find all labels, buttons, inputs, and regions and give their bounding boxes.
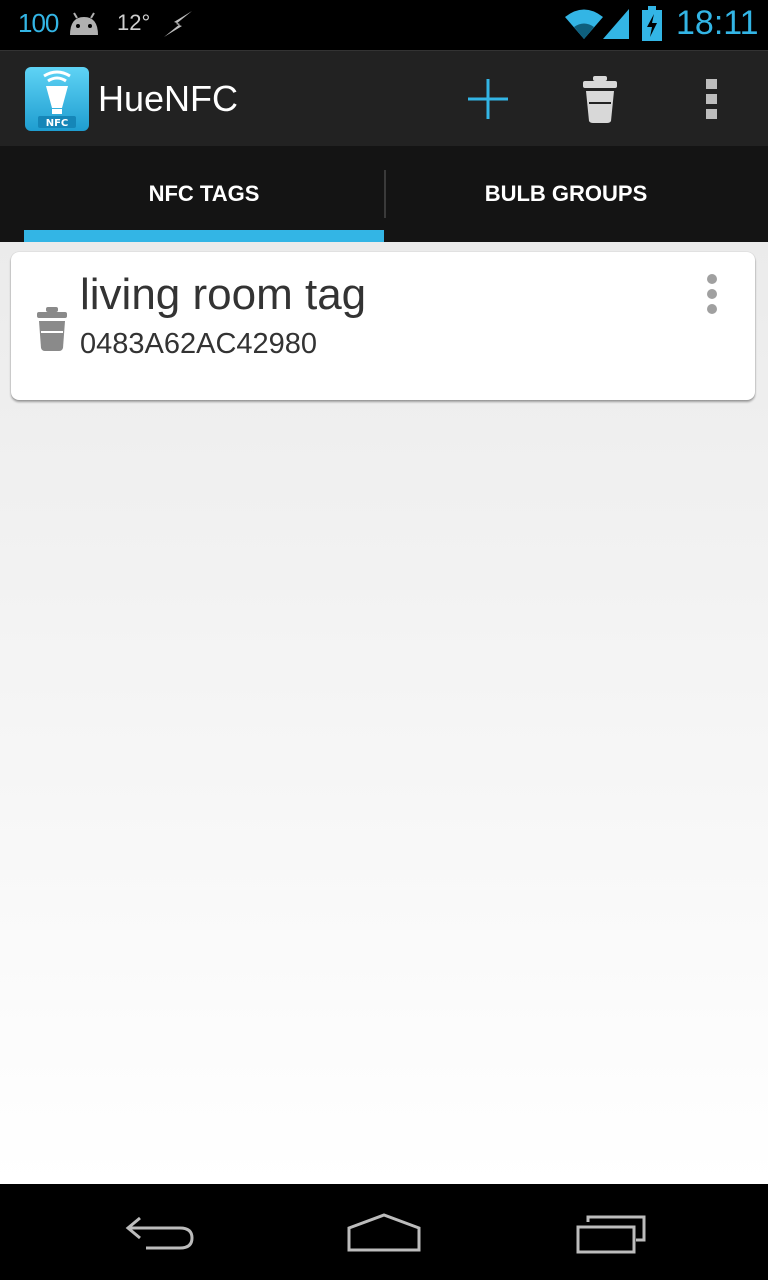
trash-icon[interactable] bbox=[580, 73, 620, 125]
svg-text:NFC: NFC bbox=[46, 118, 69, 129]
temperature-text: 12° bbox=[117, 10, 151, 35]
tab-label: BULB GROUPS bbox=[484, 181, 648, 206]
screen: 100 12° 18:11 NFC HueNFC NFC TAGS BULB G… bbox=[0, 0, 768, 1280]
home-icon[interactable] bbox=[346, 1212, 422, 1261]
tab-bulb-groups[interactable]: BULB GROUPS bbox=[386, 146, 746, 242]
tag-name: living room tag bbox=[80, 270, 367, 319]
status-bar: 100 12° 18:11 bbox=[0, 0, 768, 50]
clock-text: 18:11 bbox=[676, 4, 759, 42]
app-title: HueNFC bbox=[98, 78, 239, 119]
tag-list: living room tag 0483A62AC42980 bbox=[0, 242, 768, 1184]
tab-label: NFC TAGS bbox=[148, 181, 260, 206]
lightning-icon bbox=[162, 10, 194, 43]
item-overflow-menu-icon[interactable] bbox=[701, 274, 723, 314]
wifi-icon bbox=[564, 8, 604, 45]
overflow-menu-icon[interactable] bbox=[692, 75, 732, 123]
list-item[interactable]: living room tag 0483A62AC42980 bbox=[11, 252, 755, 400]
app-logo-icon[interactable]: NFC bbox=[24, 66, 90, 132]
android-icon bbox=[66, 11, 102, 42]
battery-charging-icon bbox=[641, 6, 663, 47]
selected-tab-indicator bbox=[24, 230, 384, 242]
back-icon[interactable] bbox=[124, 1212, 196, 1261]
tab-bar: NFC TAGS BULB GROUPS bbox=[0, 146, 768, 242]
recents-icon[interactable] bbox=[574, 1214, 648, 1263]
signal-icon bbox=[602, 8, 630, 45]
tag-id: 0483A62AC42980 bbox=[80, 328, 318, 360]
navigation-bar bbox=[0, 1184, 768, 1280]
tab-nfc-tags[interactable]: NFC TAGS bbox=[24, 146, 384, 242]
add-icon[interactable] bbox=[460, 73, 516, 125]
battery-level-text: 100 bbox=[18, 8, 59, 38]
trash-icon[interactable] bbox=[35, 306, 69, 352]
action-bar: NFC HueNFC bbox=[0, 50, 768, 147]
